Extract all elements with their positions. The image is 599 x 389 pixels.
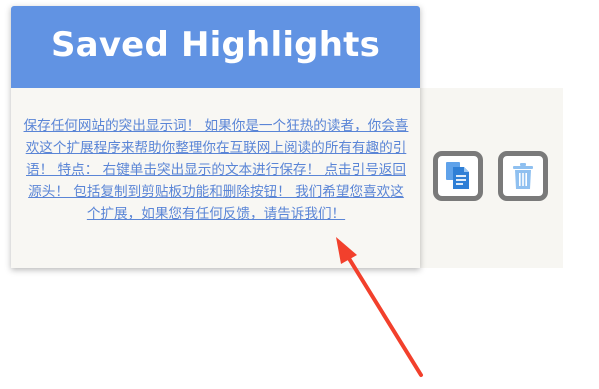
extension-popup-screen: Saved Highlights 保存任何网站的突出显示词！ 如果你是一个狂热的… [0,0,599,389]
red-arrow-annotation [336,237,423,377]
